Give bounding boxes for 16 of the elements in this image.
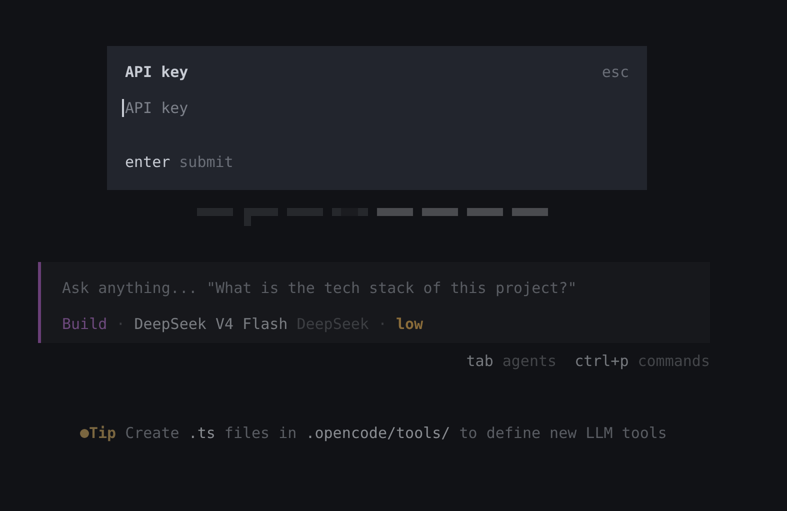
close-hint[interactable]: esc xyxy=(602,63,629,81)
api-key-field[interactable]: API key xyxy=(122,99,188,117)
submit-key[interactable]: enter xyxy=(125,153,170,171)
model-name[interactable]: DeepSeek V4 Flash xyxy=(134,315,288,333)
separator-dot: · xyxy=(116,315,126,333)
tip-text: Create .ts files in .opencode/tools/ to define new LLM tools xyxy=(125,424,667,442)
bullet-icon xyxy=(80,428,89,438)
prompt-placeholder: Ask anything... "What is the tech stack of this project?" xyxy=(62,279,578,297)
agent-label[interactable]: Build xyxy=(62,315,108,333)
tip-label: Tip xyxy=(89,424,116,442)
separator-dot: · xyxy=(378,315,387,333)
shortcut-key[interactable]: ctrl+p xyxy=(574,352,629,370)
dialog-title: API key xyxy=(125,63,188,81)
submit-label: submit xyxy=(179,153,234,171)
shortcut-key[interactable]: tab xyxy=(466,352,494,370)
variant-label[interactable]: low xyxy=(396,315,424,333)
